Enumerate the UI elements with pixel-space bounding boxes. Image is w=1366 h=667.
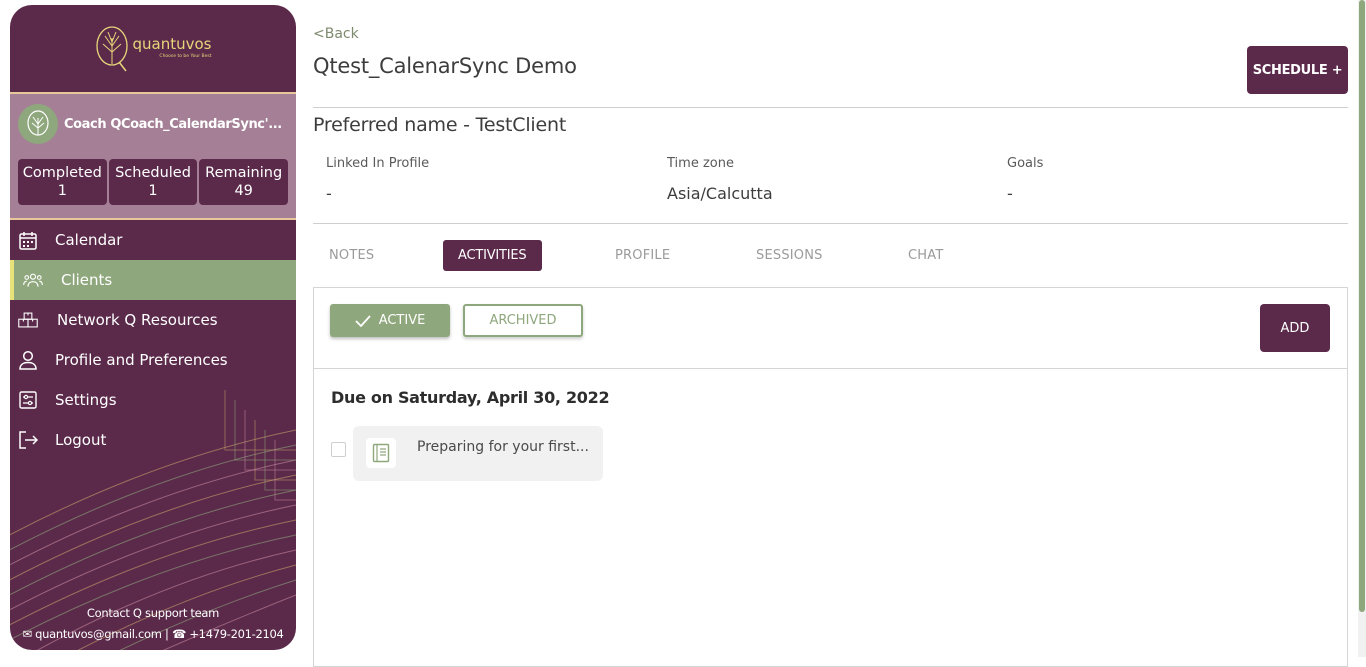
mail-icon: ✉	[22, 627, 32, 641]
add-activity-button[interactable]: ADD	[1260, 304, 1330, 352]
stat-label: Scheduled	[115, 165, 191, 181]
session-stats: Completed 1 Scheduled 1 Remaining 49	[10, 159, 296, 205]
info-value: Asia/Calcutta	[667, 184, 773, 203]
brand-header: quantuvos Choose to be Your Best	[10, 5, 296, 94]
info-value: -	[1007, 184, 1013, 203]
info-value: -	[326, 184, 332, 203]
preferred-name: Preferred name - TestClient	[313, 114, 567, 136]
active-filter-button[interactable]: ACTIVE	[330, 304, 450, 337]
phone-icon: ☎	[171, 627, 186, 641]
network-icon	[18, 310, 38, 330]
due-date-heading: Due on Saturday, April 30, 2022	[331, 388, 610, 407]
settings-icon	[18, 390, 38, 410]
info-linkedin: Linked In Profile -	[326, 156, 429, 203]
support-phone[interactable]: +1479-201-2104	[189, 627, 284, 641]
tab-activities[interactable]: ACTIVITIES	[443, 240, 542, 271]
info-label: Time zone	[667, 156, 734, 171]
sidebar-item-clients[interactable]: Clients	[10, 260, 296, 300]
users-icon	[23, 270, 43, 290]
stat-value: 1	[148, 183, 158, 199]
tab-notes[interactable]: NOTES	[329, 240, 374, 271]
client-detail: <Back Qtest_CalenarSync Demo SCHEDULE + …	[313, 0, 1348, 667]
client-tabs: NOTES ACTIVITIES PROFILE SESSIONS CHAT	[313, 240, 1013, 271]
active-filter-label: ACTIVE	[378, 313, 426, 328]
divider	[314, 368, 1347, 369]
logout-icon	[18, 430, 38, 450]
support-email[interactable]: quantuvos@gmail.com	[35, 627, 162, 641]
user-icon	[18, 350, 38, 370]
tab-sessions[interactable]: SESSIONS	[756, 240, 823, 271]
scrollbar-thumb[interactable]	[1359, 0, 1365, 612]
tab-profile[interactable]: PROFILE	[615, 240, 670, 271]
sidebar-item-label: Network Q Resources	[57, 311, 218, 329]
schedule-button[interactable]: SCHEDULE +	[1247, 46, 1348, 94]
info-goals: Goals -	[1007, 156, 1043, 203]
sidebar-item-calendar[interactable]: Calendar	[10, 220, 296, 260]
sidebar-item-logout[interactable]: Logout	[10, 420, 296, 460]
activity-filters: ACTIVE ARCHIVED	[330, 304, 583, 337]
activities-panel: ACTIVE ARCHIVED ADD Due on Saturday, Apr…	[313, 287, 1348, 667]
sidebar-item-network-q-resources[interactable]: Network Q Resources	[10, 300, 296, 340]
sidebar: quantuvos Choose to be Your Best Coach Q…	[10, 5, 296, 650]
support-contact: Contact Q support team ✉ quantuvos@gmail…	[10, 606, 296, 650]
tree-logo-icon	[95, 25, 128, 71]
check-icon	[355, 314, 371, 327]
divider	[313, 223, 1348, 224]
archived-filter-button[interactable]: ARCHIVED	[463, 304, 583, 337]
sidebar-item-settings[interactable]: Settings	[10, 380, 296, 420]
sidebar-nav: Calendar Clients Network Q Resources Pro…	[10, 220, 296, 460]
info-timezone: Time zone Asia/Calcutta	[667, 156, 773, 203]
sidebar-item-label: Calendar	[55, 231, 123, 249]
activity-checkbox[interactable]	[331, 442, 346, 457]
stat-label: Remaining	[205, 165, 283, 181]
stat-remaining: Remaining 49	[199, 159, 289, 205]
stat-value: 49	[234, 183, 253, 199]
back-link[interactable]: <Back	[313, 26, 359, 42]
coach-name: Coach QCoach_CalendarSync'...	[64, 116, 282, 132]
separator: |	[165, 627, 169, 641]
info-label: Goals	[1007, 156, 1044, 171]
support-details: ✉ quantuvos@gmail.com | ☎ +1479-201-2104	[10, 627, 296, 641]
stat-completed: Completed 1	[18, 159, 107, 205]
sidebar-item-label: Clients	[61, 271, 113, 289]
document-icon	[366, 438, 396, 468]
support-title: Contact Q support team	[86, 606, 220, 620]
tree-avatar-icon	[27, 110, 49, 136]
divider	[313, 107, 1348, 108]
info-label: Linked In Profile	[326, 156, 430, 171]
tab-chat[interactable]: CHAT	[908, 240, 943, 271]
coach-summary: Coach QCoach_CalendarSync'... Completed …	[10, 94, 296, 220]
sidebar-item-label: Profile and Preferences	[55, 351, 228, 369]
sidebar-item-label: Logout	[55, 431, 107, 449]
stat-value: 1	[57, 183, 67, 199]
activity-title: Preparing for your first...	[417, 439, 589, 455]
brand-name: quantuvos	[132, 35, 212, 54]
brand-tagline: Choose to be Your Best	[159, 54, 212, 60]
stat-scheduled: Scheduled 1	[108, 159, 198, 205]
stat-label: Completed	[22, 165, 102, 181]
sidebar-item-profile-and-preferences[interactable]: Profile and Preferences	[10, 340, 296, 380]
brand-logo[interactable]: quantuvos Choose to be Your Best	[95, 24, 212, 74]
sidebar-item-label: Settings	[55, 391, 117, 409]
page-title: Qtest_CalenarSync Demo	[313, 54, 577, 78]
calendar-icon	[18, 230, 38, 250]
activity-card[interactable]: Preparing for your first...	[353, 426, 603, 481]
avatar[interactable]	[18, 104, 58, 144]
